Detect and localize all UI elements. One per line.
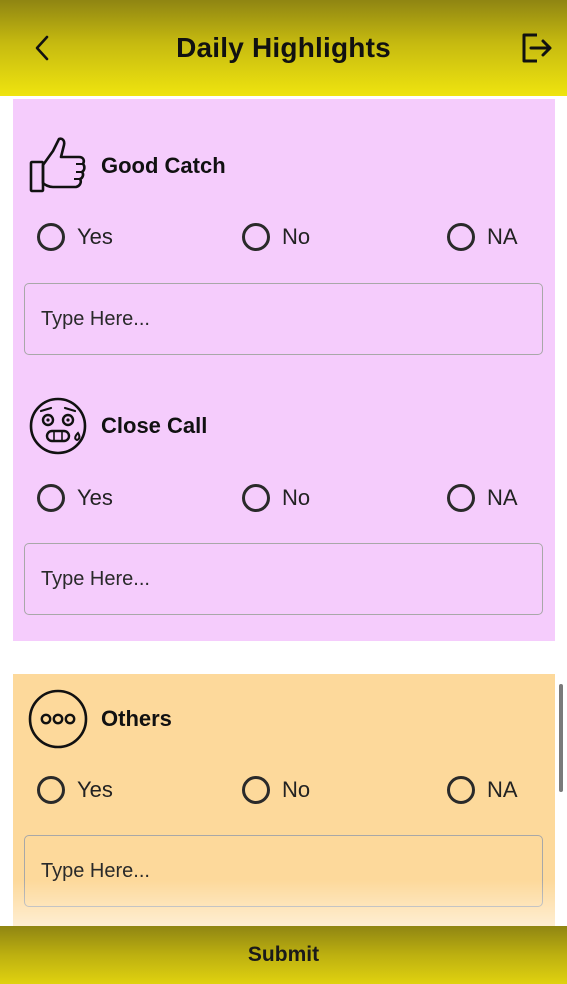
others-section: Others Yes No NA Type Here... <box>13 674 555 926</box>
submit-button[interactable]: Submit <box>0 926 567 984</box>
close-call-header: Close Call <box>27 395 207 457</box>
radio-label: Yes <box>77 224 113 249</box>
input-placeholder: Type Here... <box>41 307 150 330</box>
radio-circle <box>447 223 475 251</box>
close-call-text-input[interactable]: Type Here... <box>24 543 543 615</box>
radio-label: Yes <box>77 485 113 510</box>
radio-circle <box>447 776 475 804</box>
good-catch-options: Yes No NA <box>37 223 537 259</box>
others-no-radio[interactable]: No <box>242 776 310 804</box>
radio-label: NA <box>487 224 518 249</box>
good-catch-yes-radio[interactable]: Yes <box>37 223 113 251</box>
radio-label: No <box>282 777 311 802</box>
others-label: Others <box>101 706 172 731</box>
radio-circle <box>447 484 475 512</box>
input-placeholder: Type Here... <box>41 567 150 590</box>
others-na-radio[interactable]: NA <box>447 776 518 804</box>
others-yes-radio[interactable]: Yes <box>37 776 113 804</box>
good-catch-na-radio[interactable]: NA <box>447 223 518 251</box>
radio-circle <box>37 776 65 804</box>
back-button[interactable] <box>28 32 56 68</box>
radio-label: NA <box>487 485 518 510</box>
good-catch-text-input[interactable]: Type Here... <box>24 283 543 355</box>
good-catch-header: Good Catch <box>27 135 226 197</box>
page-title: Daily Highlights <box>176 32 391 63</box>
thumbs-up-icon <box>27 135 89 197</box>
input-placeholder: Type Here... <box>41 859 150 882</box>
logout-icon <box>519 31 553 70</box>
close-call-na-radio[interactable]: NA <box>447 484 518 512</box>
chevron-left-icon <box>34 35 50 66</box>
incident-section: Good Catch Yes No NA Type Here... Close … <box>13 99 555 641</box>
scrollbar[interactable] <box>559 684 563 792</box>
close-call-no-radio[interactable]: No <box>242 484 310 512</box>
app-header: Daily Highlights <box>0 0 567 96</box>
more-dots-icon <box>27 688 89 750</box>
radio-circle <box>242 223 270 251</box>
good-catch-label: Good Catch <box>101 153 226 178</box>
anxious-face-icon <box>27 395 89 457</box>
close-call-label: Close Call <box>101 413 208 438</box>
logout-button[interactable] <box>517 30 555 70</box>
radio-label: NA <box>487 777 518 802</box>
others-options: Yes No NA <box>37 776 537 812</box>
radio-label: No <box>282 224 311 249</box>
others-header: Others <box>27 688 172 750</box>
radio-circle <box>242 776 270 804</box>
radio-label: No <box>282 485 311 510</box>
daily-highlights-screen: Daily Highlights Good Catch Yes No NA Ty… <box>0 0 567 984</box>
radio-circle <box>37 484 65 512</box>
close-call-options: Yes No NA <box>37 484 537 520</box>
close-call-yes-radio[interactable]: Yes <box>37 484 113 512</box>
form-scroll-area[interactable]: Good Catch Yes No NA Type Here... Close … <box>0 96 567 926</box>
good-catch-no-radio[interactable]: No <box>242 223 310 251</box>
submit-label: Submit <box>247 943 320 966</box>
radio-circle <box>37 223 65 251</box>
radio-label: Yes <box>77 777 113 802</box>
others-text-input[interactable]: Type Here... <box>24 835 543 907</box>
radio-circle <box>242 484 270 512</box>
